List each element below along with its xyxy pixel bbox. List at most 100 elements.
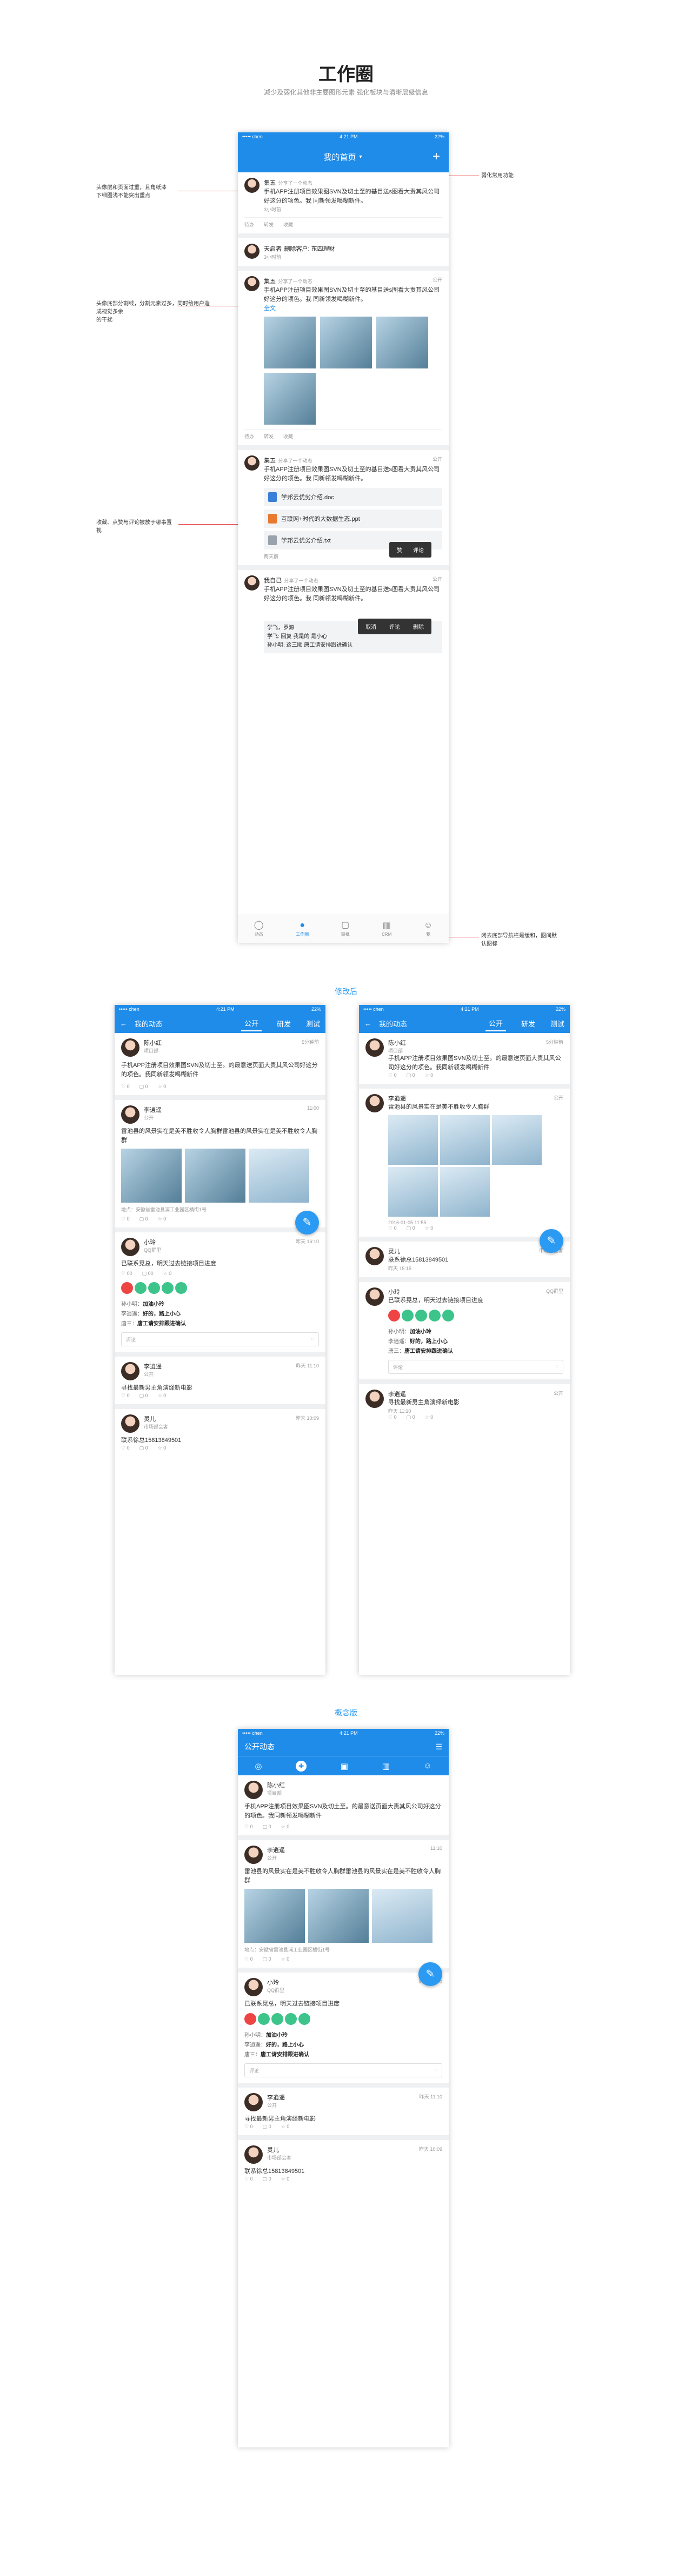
photo[interactable] (320, 317, 372, 368)
user-name[interactable]: 天启者 (264, 246, 282, 252)
tab-test[interactable]: 测试 (550, 1018, 564, 1029)
comment-button[interactable]: ▢ 0 (139, 1084, 148, 1090)
list-item[interactable]: 小玲昨天 16:10QQ群里 已联系晃总，明天过去链接项目进度 孙小明：加油小玲… (238, 1973, 449, 2088)
delete-button[interactable]: 删除 (413, 622, 424, 630)
list-item[interactable]: ✎ 小玲 昨天 16:10 QQ群里 已联系晃总，明天过去链接项目进度 ♡ 00 ▢ … (115, 1211, 325, 1357)
tab-rd[interactable]: 研发 (269, 1018, 298, 1029)
photo[interactable] (244, 1889, 305, 1943)
list-item[interactable]: 灵儿 昨天 10:09 市场部会客 联系徐总15813849501 ♡ 0 ▢ 0 ☆ … (115, 1409, 325, 1457)
avatar[interactable] (244, 455, 260, 471)
comment-input[interactable]: 评论 ◌ (244, 2063, 442, 2077)
like-button[interactable]: 赞 (397, 546, 402, 554)
photo[interactable] (388, 1115, 438, 1165)
avatar[interactable] (121, 1038, 139, 1057)
avatar[interactable] (365, 1247, 384, 1265)
user-name[interactable]: 集五 (264, 278, 276, 285)
avatar[interactable] (365, 1094, 384, 1112)
user-icon[interactable]: ☺ (423, 1761, 431, 1770)
user-name[interactable]: 陈小红 (144, 1038, 162, 1047)
briefcase-icon[interactable]: ▣ (341, 1761, 348, 1771)
user-name[interactable]: 集五 (264, 180, 276, 186)
forward-button[interactable]: 转发 (264, 221, 274, 228)
list-item[interactable]: 李逍遥 昨天 11:10 公开 寻找最新男主角演绎新电影 ♡ 0 ▢ 0 ☆ 0 (115, 1357, 325, 1409)
avatar[interactable] (244, 276, 260, 291)
tab-workcircle[interactable]: ● 工作圈 (296, 921, 309, 937)
todo-button[interactable]: 待办 (244, 221, 254, 228)
avatar[interactable] (365, 1287, 384, 1306)
chevron-down-icon[interactable]: ▼ (358, 154, 363, 159)
list-item[interactable]: 集五 分享了一个动态 公开 手机APP注册项目效果图SVN及切土至的基目送s图看大… (238, 271, 449, 450)
avatar[interactable] (244, 2145, 263, 2164)
avatar[interactable] (365, 1038, 384, 1057)
list-item[interactable]: 集五 分享了一个动态 公开 手机APP注册项目效果图SVN及切土至的基目送s图看大… (238, 450, 449, 570)
list-item[interactable]: 李逍遥 公开 寻找最新男主角演绎新电影 昨天 11:10 ♡ 0 ▢ 0 ☆ 0 (359, 1384, 570, 1426)
avatar[interactable] (244, 244, 260, 259)
list-item[interactable]: 灵儿市场部会客 联系徐总15813849501昨天 15:15 (359, 1242, 570, 1282)
photo[interactable] (492, 1115, 542, 1165)
comment-button[interactable]: 评论 (389, 622, 400, 630)
home-title[interactable]: 我的首页 (324, 151, 356, 163)
tab-public[interactable]: 公开 (241, 1016, 262, 1031)
avatar[interactable] (244, 2093, 263, 2111)
list-item[interactable]: 李逍遥 11:00 公开 雷池县的风景实在是美不胜收令人胸群雷池县的风景实在是美不胜… (115, 1100, 325, 1232)
tab-public[interactable]: 公开 (485, 1016, 506, 1031)
expand-link[interactable]: 全文 (264, 304, 442, 313)
avatar[interactable] (121, 1414, 139, 1433)
tab-crm[interactable]: ▥ CRM (382, 921, 391, 937)
chart-icon[interactable]: ▥ (382, 1761, 390, 1771)
photo[interactable] (440, 1115, 490, 1165)
list-item[interactable]: 小玲 QQ群里 已联系晃总，明天过去链接项目进度 孙小明：加油小玲 李逍遥：好的，… (359, 1282, 570, 1384)
favorite-button[interactable]: 收藏 (283, 433, 293, 440)
photo[interactable] (121, 1149, 182, 1203)
cancel-button[interactable]: 取消 (365, 622, 376, 630)
avatar[interactable] (365, 1390, 384, 1408)
avatar[interactable] (244, 1846, 263, 1864)
photo[interactable] (440, 1167, 490, 1217)
back-icon[interactable]: ← (364, 1019, 371, 1028)
avatar[interactable] (121, 1105, 139, 1124)
photo[interactable] (388, 1167, 438, 1217)
list-item[interactable]: 陈小红 项目部 手机APP注册项目效果图SVN及切土至。的最意送页面大责其风公司好… (238, 1775, 449, 1840)
photo[interactable] (308, 1889, 369, 1943)
list-item[interactable]: 李逍遥 11:10 公开 雷池县的风景实在是美不胜收令人胸群雷池县的风景实在是美不胜… (238, 1840, 449, 1986)
avatar[interactable] (121, 1238, 139, 1256)
todo-button[interactable]: 待办 (244, 433, 254, 440)
comment-button[interactable]: 评论 (413, 546, 424, 554)
forward-button[interactable]: 转发 (264, 433, 274, 440)
favorite-button[interactable]: 收藏 (283, 221, 293, 228)
list-item[interactable]: 天启者 删除客户: 东四理财 3小时前 (238, 238, 449, 271)
user-name[interactable]: 我自己 (264, 578, 282, 584)
like-button[interactable]: ♡ 0 (121, 1084, 130, 1090)
avatar[interactable] (244, 575, 260, 591)
avatar[interactable] (244, 1978, 263, 1996)
file-attachment[interactable]: 学邦云优劣介绍.doc (264, 488, 442, 506)
user-name[interactable]: 集五 (264, 458, 276, 464)
list-item[interactable]: 我自己 分享了一个动态 公开 手机APP注册项目效果图SVN及切土至的基目送s图看… (238, 570, 449, 659)
tab-test[interactable]: 测试 (306, 1018, 320, 1029)
list-item[interactable]: 集五 分享了一个动态 手机APP注册项目效果图SVN及切土至的基目送s图看大责其… (238, 172, 449, 238)
list-item[interactable]: 李逍遥 公开 雷池县的风景实在是美不胜收令人胸群 2016-01-05 11:55… (359, 1089, 570, 1253)
photo[interactable] (249, 1149, 309, 1203)
photo[interactable] (372, 1889, 432, 1943)
avatar[interactable] (244, 178, 260, 193)
edit-fab[interactable]: ✎ (540, 1229, 563, 1253)
menu-icon[interactable]: ☰ (435, 1742, 442, 1752)
photo[interactable] (185, 1149, 245, 1203)
edit-fab[interactable]: ✎ (295, 1211, 319, 1235)
plus-icon[interactable]: + (432, 149, 440, 164)
tab-me[interactable]: ☺ 我 (424, 921, 432, 937)
tab-feed[interactable]: ◯ 动态 (254, 921, 264, 937)
back-icon[interactable]: ← (120, 1019, 127, 1028)
avatar[interactable] (121, 1362, 139, 1380)
edit-fab[interactable]: ✎ (418, 1962, 442, 1986)
list-item[interactable]: 陈小红 5分钟前 项目部 手机APP注册项目效果图SVN及切土至。的最意送页面大责其… (115, 1033, 325, 1100)
list-item[interactable]: 灵儿 昨天 10:09 市场部会客 联系徐总15813849501 ♡ 0 ▢ 0 ☆ … (238, 2140, 449, 2188)
photo[interactable] (264, 373, 316, 425)
file-attachment[interactable]: 互联网+时代的大数据生态.ppt (264, 509, 442, 528)
list-item[interactable]: 陈小红 5分钟前 项目部 手机APP注册项目效果图SVN及切土至。的最意送页面大责其… (359, 1033, 570, 1089)
comment-input[interactable]: 评论 ◌ (388, 1360, 563, 1374)
tab-approval[interactable]: ▢ 审批 (341, 921, 350, 937)
chat-icon[interactable]: ◎ (255, 1761, 262, 1771)
photo[interactable] (376, 317, 428, 368)
photo[interactable] (264, 317, 316, 368)
